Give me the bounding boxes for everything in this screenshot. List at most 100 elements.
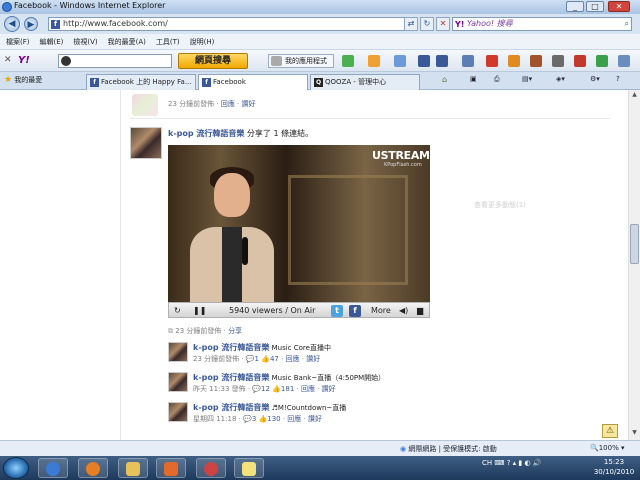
- yahoo-logo-icon[interactable]: Y!: [18, 55, 30, 66]
- page-menu-icon[interactable]: ▤▾: [522, 75, 532, 83]
- comment-count-icon[interactable]: 💬: [246, 355, 255, 363]
- toolbar-red-icon[interactable]: [486, 55, 498, 67]
- zoom-control[interactable]: 🔍100% ▾: [590, 444, 624, 452]
- reply-link[interactable]: 回應: [286, 355, 300, 363]
- menu-edit[interactable]: 編輯(E): [40, 34, 64, 50]
- twitter-icon[interactable]: t: [331, 305, 343, 317]
- tab-qooza[interactable]: Q QOOZA - 管理中心: [310, 74, 420, 90]
- home-icon[interactable]: ⌂: [442, 75, 447, 84]
- author-link[interactable]: k-pop 流行韓語音樂: [193, 373, 269, 382]
- facebook-share-icon[interactable]: f: [349, 305, 361, 317]
- close-button[interactable]: ✕: [608, 1, 630, 12]
- toolbar-tool-icon[interactable]: [368, 55, 380, 67]
- author-link[interactable]: k-pop 流行韓語音樂: [193, 403, 269, 412]
- feeds-icon[interactable]: ▣: [470, 75, 477, 83]
- maximize-button[interactable]: □: [586, 1, 604, 12]
- share-link[interactable]: 分享: [228, 327, 242, 335]
- my-apps-button[interactable]: 我的應用程式: [268, 54, 334, 68]
- menu-help[interactable]: 說明(H): [190, 34, 215, 50]
- clock[interactable]: 15:23 30/10/2010: [592, 457, 636, 477]
- tab-facebook[interactable]: f Facebook: [198, 74, 308, 90]
- tab-happy-fa[interactable]: f Facebook 上的 Happy Fa...: [86, 74, 196, 90]
- like-link[interactable]: 讚好: [306, 355, 320, 363]
- menu-favorites[interactable]: 我的最愛(A): [108, 34, 146, 50]
- warning-icon[interactable]: ⚠: [602, 424, 618, 438]
- toolbar-globe-icon[interactable]: [418, 55, 430, 67]
- taskbar-app[interactable]: [196, 458, 226, 478]
- like-count[interactable]: 130: [267, 415, 280, 423]
- like-count-icon[interactable]: 👍: [272, 385, 281, 393]
- more-stories-link[interactable]: 查看更多動態(1): [474, 200, 526, 210]
- like-count[interactable]: 181: [281, 385, 294, 393]
- comment-count[interactable]: 12: [261, 385, 270, 393]
- url-input[interactable]: f http://www.facebook.com/: [48, 17, 408, 31]
- toolbar-mail-icon[interactable]: [394, 55, 406, 67]
- toolbar-weather-icon[interactable]: [462, 55, 474, 67]
- start-button[interactable]: [3, 457, 29, 479]
- back-icon[interactable]: ◀: [4, 16, 20, 32]
- refresh-icon[interactable]: ↻: [174, 305, 181, 317]
- avatar[interactable]: [130, 127, 162, 159]
- language-indicator[interactable]: CH: [482, 459, 492, 467]
- fullscreen-icon[interactable]: ▆: [417, 305, 423, 317]
- like-link[interactable]: 讚好: [308, 415, 322, 423]
- print-icon[interactable]: ⎙: [494, 75, 500, 84]
- taskbar-media-player[interactable]: [156, 458, 186, 478]
- security-zone[interactable]: ◉ 網際網路 | 受保護模式: 啟動: [400, 444, 497, 454]
- tools-menu-icon[interactable]: ⚙▾: [590, 75, 600, 83]
- avatar[interactable]: [168, 402, 188, 422]
- menu-tools[interactable]: 工具(T): [156, 34, 180, 50]
- comment-count-icon[interactable]: 💬: [252, 385, 261, 393]
- more-button[interactable]: More: [371, 305, 391, 317]
- volume-icon[interactable]: ◀): [399, 305, 408, 317]
- toolbar-flag-icon[interactable]: [574, 55, 586, 67]
- taskbar-sticky[interactable]: [234, 458, 264, 478]
- reply-link[interactable]: 回應: [301, 385, 315, 393]
- menu-file[interactable]: 檔案(F): [6, 34, 30, 50]
- web-search-button[interactable]: 網頁搜尋: [178, 53, 248, 69]
- search-icon[interactable]: ⌕: [625, 18, 629, 30]
- favorites-button[interactable]: ★ 我的最愛: [4, 75, 42, 85]
- comment-count[interactable]: 3: [252, 415, 256, 423]
- pause-icon[interactable]: ❚❚: [193, 305, 206, 317]
- compat-view-icon[interactable]: ⇄: [404, 17, 418, 31]
- stop-icon[interactable]: ✕: [436, 17, 450, 31]
- avatar[interactable]: [168, 372, 188, 392]
- avatar[interactable]: [168, 342, 188, 362]
- reply-link[interactable]: 回應: [287, 415, 301, 423]
- toolbar-gear-icon[interactable]: [552, 55, 564, 67]
- toolbar-arrow-icon[interactable]: [342, 55, 354, 67]
- taskbar-ie[interactable]: [38, 458, 68, 478]
- menu-view[interactable]: 檢視(V): [73, 34, 97, 50]
- video-player[interactable]: USTREAM KPopFlash.com: [168, 145, 430, 302]
- taskbar-firefox[interactable]: [78, 458, 108, 478]
- like-link[interactable]: 讚好: [242, 100, 256, 108]
- taskbar-explorer[interactable]: [118, 458, 148, 478]
- scroll-up-icon[interactable]: ▲: [630, 91, 639, 101]
- author-link[interactable]: k-pop 流行韓語音樂: [193, 343, 269, 352]
- scroll-thumb[interactable]: [630, 224, 639, 264]
- like-count-icon[interactable]: 👍: [259, 415, 268, 423]
- like-link[interactable]: 讚好: [322, 385, 336, 393]
- like-count-icon[interactable]: 👍: [261, 355, 270, 363]
- toolbar-orange-icon[interactable]: [508, 55, 520, 67]
- like-count[interactable]: 47: [270, 355, 279, 363]
- reply-link[interactable]: 回應: [221, 100, 235, 108]
- author-link[interactable]: k-pop 流行韓語音樂: [168, 129, 244, 138]
- refresh-icon[interactable]: ↻: [420, 17, 434, 31]
- safety-menu-icon[interactable]: ◈▾: [556, 75, 565, 83]
- toolbar-facebook-icon[interactable]: [436, 55, 448, 67]
- vertical-scrollbar[interactable]: ▲ ▼: [628, 90, 640, 440]
- comment-count-icon[interactable]: 💬: [243, 415, 252, 423]
- minimize-button[interactable]: _: [566, 1, 584, 12]
- toolbar-plus-icon[interactable]: [596, 55, 608, 67]
- help-icon[interactable]: ?: [616, 75, 620, 83]
- toolbar-shop-icon[interactable]: [530, 55, 542, 67]
- comment-count[interactable]: 1: [255, 355, 259, 363]
- scroll-down-icon[interactable]: ▼: [630, 429, 639, 439]
- toolbar-search-input[interactable]: [58, 54, 172, 68]
- search-input[interactable]: Y! Yahoo! 搜尋 ⌕: [452, 17, 632, 31]
- close-toolbar-icon[interactable]: ✕: [4, 55, 12, 65]
- tray-icons[interactable]: ⌨ ? ▴ ▮ ◐ 🔊: [494, 459, 541, 467]
- forward-icon[interactable]: ▶: [24, 17, 38, 31]
